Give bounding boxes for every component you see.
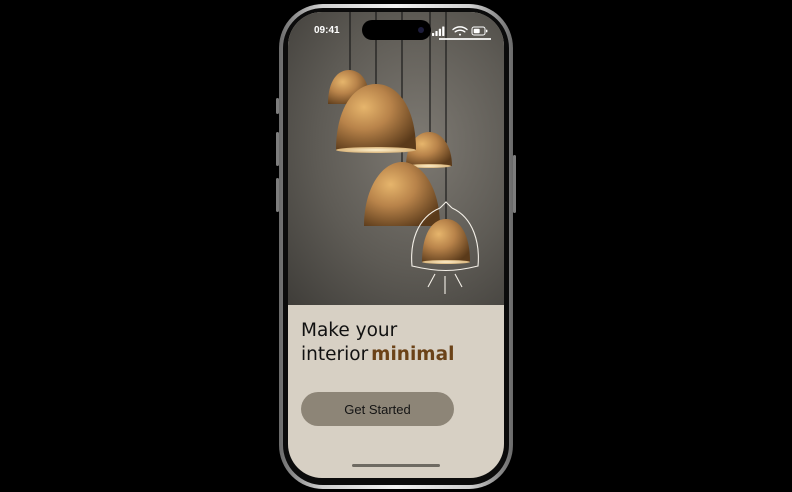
headline-line1: Make your	[301, 320, 398, 341]
home-indicator[interactable]	[352, 464, 440, 467]
volume-down-button	[276, 178, 279, 212]
hero-image	[288, 12, 504, 305]
headline-line2: interior minimal	[301, 343, 454, 367]
wifi-icon	[452, 26, 468, 36]
status-time: 09:41	[314, 25, 340, 36]
signal-icon	[432, 26, 445, 36]
action-button	[276, 98, 279, 114]
dynamic-island	[362, 20, 431, 40]
headline-line2-prefix: interior	[301, 344, 369, 365]
get-started-button[interactable]: Get Started	[301, 392, 454, 426]
front-camera-icon	[418, 27, 424, 33]
status-underline	[439, 38, 491, 40]
headline: Make your interior minimal	[301, 319, 454, 367]
headline-accent: minimal	[371, 344, 455, 365]
status-icons	[432, 26, 488, 36]
status-bar: 09:41	[288, 12, 504, 50]
battery-icon	[471, 26, 488, 36]
pendant-lamps-illustration	[328, 12, 479, 294]
content-panel: Make your interior minimal Get Started	[288, 305, 504, 478]
phone-screen: 09:41 Make your interior minimal Get Sta…	[288, 12, 504, 478]
power-button	[513, 155, 516, 213]
pendant-lamp-4	[364, 162, 440, 226]
volume-up-button	[276, 132, 279, 166]
